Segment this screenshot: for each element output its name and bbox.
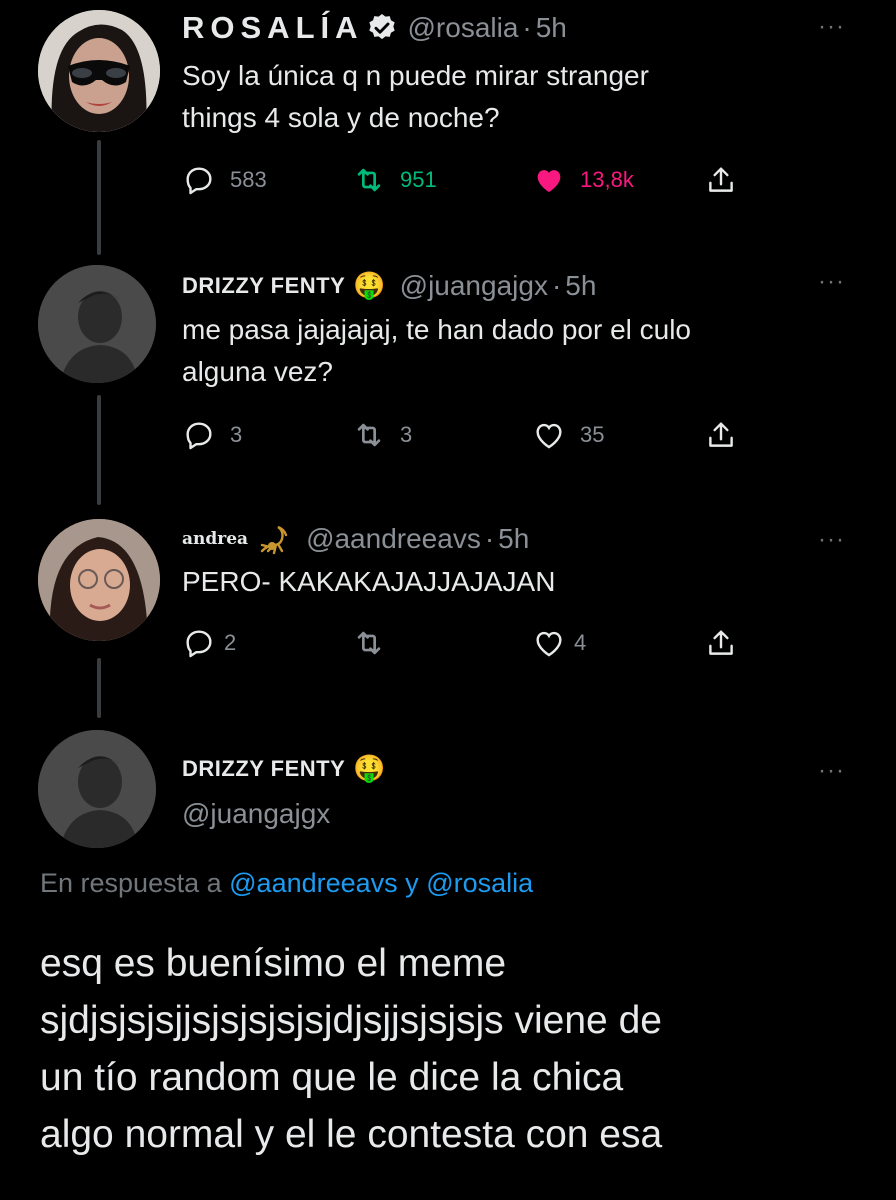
- heart-icon: [536, 631, 562, 657]
- mention-link[interactable]: @rosalia: [426, 868, 533, 898]
- tweet-text-line: esq es buenísimo el meme: [40, 942, 507, 985]
- retweet-icon: [357, 631, 381, 655]
- tweet-text-line: things 4 sola y de noche?: [182, 102, 500, 133]
- avatar[interactable]: [38, 10, 160, 132]
- more-dots-icon[interactable]: ···: [818, 270, 845, 294]
- share-icon: [709, 167, 733, 192]
- like-count: 35: [580, 422, 605, 447]
- reply-button[interactable]: 2: [182, 623, 236, 663]
- handle[interactable]: @juangajgx: [400, 270, 548, 302]
- tweet-header: DRIZZY FENTY 🤑: [182, 752, 386, 786]
- share-button[interactable]: [704, 160, 738, 200]
- reply-icon: [186, 167, 212, 195]
- display-name[interactable]: ROSALÍA: [182, 10, 364, 46]
- reply-button[interactable]: 583: [182, 160, 267, 200]
- avatar-rosalia-image: [38, 10, 160, 132]
- tweet-rosalia[interactable]: ROSALÍA @rosalia · 5h ··· Soy la única q…: [0, 0, 896, 240]
- more-dots-icon[interactable]: ···: [818, 528, 845, 552]
- tweet-text-line: PERO- KAKAKAJAJJAJAJAN: [182, 566, 556, 597]
- avatar-drizzy-image: [38, 265, 156, 383]
- separator-dot: ·: [522, 12, 532, 43]
- like-count: 13,8k: [580, 167, 634, 192]
- reply-count: 3: [230, 422, 243, 447]
- reply-context: En respuesta a @aandreeavs y @rosalia: [40, 868, 533, 899]
- tweet-reply[interactable]: DRIZZY FENTY 🤑 @juangajgx · 5h ··· me pa…: [0, 255, 896, 480]
- more-dots-icon[interactable]: ···: [818, 15, 845, 39]
- timestamp[interactable]: 5h: [536, 12, 567, 44]
- tweet-text: PERO- KAKAKAJAJJAJAJAN: [182, 561, 555, 603]
- tweet-text: me pasa jajajajaj, te han dado por el cu…: [182, 309, 691, 393]
- timestamp[interactable]: 5h: [565, 270, 596, 302]
- tweet-text-line: algo normal y el le contesta con esa: [40, 1113, 663, 1156]
- action-bar: 3 3 35: [182, 415, 782, 455]
- retweet-icon: [357, 423, 381, 447]
- heart-icon: [536, 423, 562, 449]
- timestamp[interactable]: 5h: [498, 523, 529, 555]
- handle[interactable]: @aandreeavs: [306, 523, 481, 555]
- tweet-header: ROSALÍA @rosalia · 5h: [182, 8, 567, 48]
- separator-dot: ·: [484, 523, 495, 554]
- retweet-button[interactable]: 3: [352, 415, 412, 455]
- avatar[interactable]: [38, 265, 156, 383]
- tweet-text-line: Soy la única q n puede mirar stranger: [182, 60, 649, 91]
- tweet-text-line: un tío random que le dice la chica: [40, 1056, 624, 1099]
- tweet-text-line: alguna vez?: [182, 356, 334, 387]
- share-button[interactable]: [704, 415, 738, 455]
- money-face-emoji: 🤑: [353, 271, 386, 301]
- reply-count: 2: [224, 630, 237, 655]
- tweet-header: andrea @aandreeavs · 5h: [182, 519, 529, 559]
- handle[interactable]: @juangajgx: [182, 798, 330, 830]
- money-face-emoji: 🤑: [353, 754, 386, 784]
- action-bar: 583 951 13,8k: [182, 160, 782, 200]
- reply-icon: [186, 630, 212, 658]
- reply-prefix: En respuesta a: [40, 868, 222, 898]
- mention-connector: y: [405, 868, 419, 898]
- action-bar: 2 4: [182, 623, 782, 663]
- share-icon: [709, 422, 733, 447]
- share-button[interactable]: [704, 623, 738, 663]
- avatar[interactable]: [38, 730, 156, 848]
- display-name[interactable]: DRIZZY FENTY: [182, 273, 345, 299]
- avatar-andrea-image: [38, 519, 160, 641]
- separator-dot: ·: [551, 270, 562, 301]
- focused-tweet: DRIZZY FENTY 🤑 @juangajgx ··· En respues…: [0, 720, 896, 1200]
- retweet-count: 951: [400, 167, 437, 192]
- avatar-drizzy-image: [38, 730, 156, 848]
- retweet-button[interactable]: [352, 623, 386, 663]
- mention-link[interactable]: @aandreeavs: [229, 868, 398, 898]
- display-name[interactable]: andrea: [182, 529, 248, 549]
- retweet-button[interactable]: 951: [352, 160, 437, 200]
- verified-badge-icon: [366, 12, 398, 44]
- tweet-text-line: sjdjsjsjsjjsjsjsjsjsjdjsjjsjsjsjs viene …: [40, 999, 662, 1042]
- display-name[interactable]: DRIZZY FENTY: [182, 756, 345, 782]
- heart-filled-icon: [537, 170, 561, 193]
- retweet-count: 3: [400, 422, 413, 447]
- like-button[interactable]: 13,8k: [532, 160, 634, 200]
- reply-button[interactable]: 3: [182, 415, 242, 455]
- reply-count: 583: [230, 167, 267, 192]
- tweet-header: DRIZZY FENTY 🤑 @juangajgx · 5h: [182, 269, 596, 303]
- like-count: 4: [574, 630, 587, 655]
- tweet-text-line: me pasa jajajajaj, te han dado por el cu…: [182, 314, 692, 345]
- like-button[interactable]: 35: [532, 415, 604, 455]
- scorpion-icon: [254, 519, 294, 559]
- share-icon: [709, 630, 733, 655]
- focused-tweet-text: esq es buenísimo el meme sjdjsjsjsjjsjsj…: [40, 935, 880, 1163]
- tweet-reply[interactable]: andrea @aandreeavs · 5h ··· PERO- KAKAKA…: [0, 505, 896, 705]
- handle[interactable]: @rosalia: [408, 12, 519, 44]
- reply-icon: [186, 422, 212, 450]
- like-button[interactable]: 4: [532, 623, 586, 663]
- retweet-icon: [357, 168, 381, 192]
- avatar[interactable]: [38, 519, 160, 641]
- tweet-text: Soy la única q n puede mirar stranger th…: [182, 55, 649, 139]
- more-dots-icon[interactable]: ···: [818, 759, 845, 783]
